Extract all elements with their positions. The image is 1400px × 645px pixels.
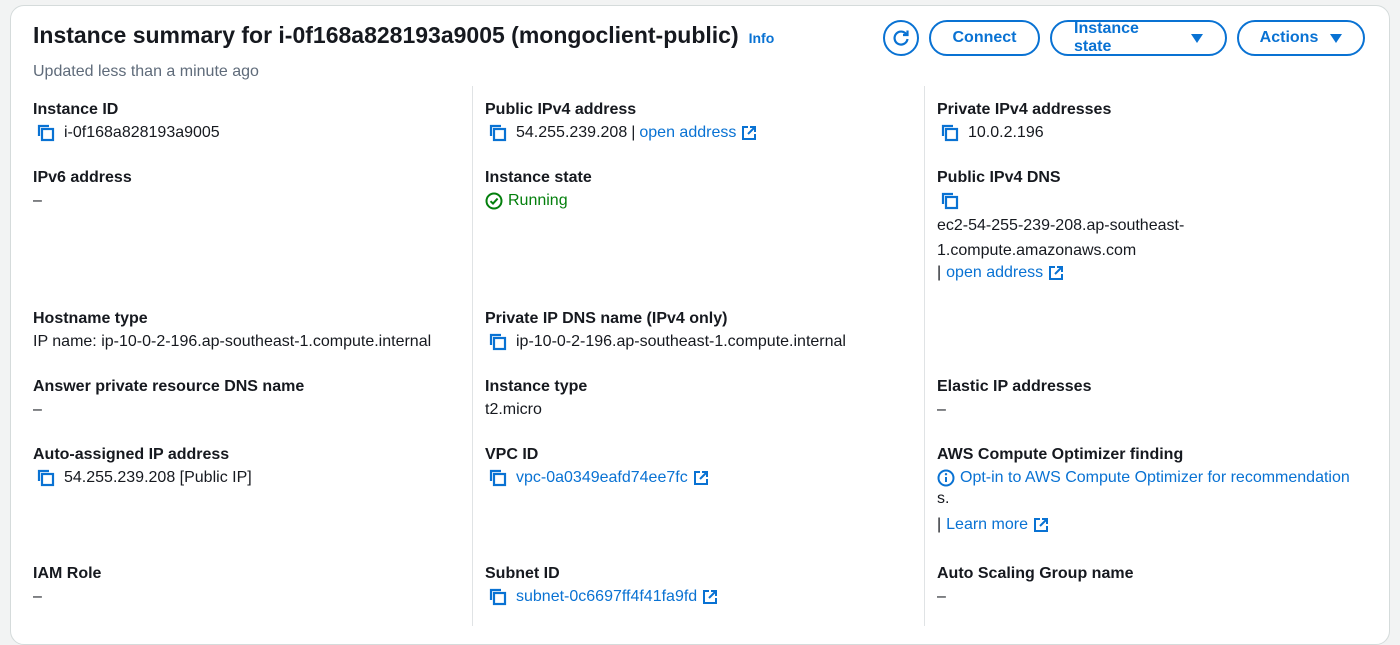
external-link-icon[interactable] (1048, 265, 1064, 281)
copy-icon[interactable] (488, 587, 508, 607)
field-ipv6: IPv6 address – (33, 168, 132, 211)
actions-dropdown[interactable]: Actions (1237, 20, 1365, 56)
external-link-icon[interactable] (702, 589, 718, 605)
iam-role-value: – (33, 588, 42, 605)
field-answer-dns: Answer private resource DNS name – (33, 377, 304, 420)
field-asg-name: Auto Scaling Group name – (937, 564, 1133, 607)
optimizer-opt-in-link-continued[interactable]: s. (937, 488, 1350, 510)
private-ipv4-value: 10.0.2.196 (968, 124, 1044, 141)
header: Instance summary for i-0f168a828193a9005… (33, 22, 774, 49)
field-label: AWS Compute Optimizer finding (937, 446, 1184, 463)
instance-id-value: i-0f168a828193a9005 (64, 124, 220, 141)
field-hostname-type: Hostname type IP name: ip-10-0-2-196.ap-… (33, 309, 431, 352)
field-iam-role: IAM Role – (33, 564, 101, 607)
field-private-ipv4: Private IPv4 addresses 10.0.2.196 (937, 100, 1111, 143)
instance-type-value: t2.micro (485, 401, 542, 418)
open-address-link[interactable]: open address (639, 123, 736, 143)
field-instance-type: Instance type t2.micro (485, 377, 587, 420)
open-address-link[interactable]: open address (946, 263, 1043, 283)
field-label: Public IPv4 address (485, 101, 637, 118)
field-label: IPv6 address (33, 169, 132, 186)
instance-summary-panel: Instance summary for i-0f168a828193a9005… (10, 5, 1390, 645)
actions-label: Actions (1259, 29, 1319, 46)
field-label: IAM Role (33, 565, 102, 582)
subnet-id-link[interactable]: subnet-0c6697ff4f41fa9fd (516, 587, 697, 607)
external-link-icon[interactable] (741, 125, 757, 141)
field-label: Answer private resource DNS name (33, 378, 305, 395)
header-actions: Connect Instance state Actions (883, 20, 1365, 56)
check-circle-icon (485, 192, 503, 210)
field-label: Elastic IP addresses (937, 378, 1092, 395)
refresh-button[interactable] (883, 20, 919, 56)
field-public-dns: Public IPv4 DNS ec2-54-255-239-208.ap-so… (937, 168, 1184, 283)
separator: | (937, 264, 942, 281)
field-label: Public IPv4 DNS (937, 169, 1061, 186)
elastic-ip-value: – (937, 401, 946, 418)
copy-icon[interactable] (36, 123, 56, 143)
separator: | (631, 124, 636, 141)
field-label: Hostname type (33, 310, 148, 327)
field-public-ipv4: Public IPv4 address 54.255.239.208 | ope… (485, 100, 757, 143)
instance-state-dropdown[interactable]: Instance state (1050, 20, 1227, 56)
instance-state-label: Instance state (1074, 20, 1139, 55)
field-label: VPC ID (485, 446, 539, 463)
public-dns-line-1: ec2-54-255-239-208.ap-southeast- (937, 217, 1185, 234)
field-label: Subnet ID (485, 565, 560, 582)
page-title: Instance summary for i-0f168a828193a9005… (33, 22, 739, 48)
field-label: Auto Scaling Group name (937, 565, 1134, 582)
copy-icon[interactable] (940, 123, 960, 143)
learn-more-link[interactable]: Learn more (946, 515, 1028, 535)
status-badge: Running (508, 192, 568, 209)
hostname-type-value: IP name: ip-10-0-2-196.ap-southeast-1.co… (33, 333, 432, 350)
field-label: Private IPv4 addresses (937, 101, 1112, 118)
field-auto-ip: Auto-assigned IP address 54.255.239.208 … (33, 445, 252, 488)
separator: | (937, 516, 942, 533)
field-vpc-id: VPC ID vpc-0a0349eafd74ee7fc (485, 445, 709, 488)
ipv6-value: – (33, 192, 42, 209)
field-label: Auto-assigned IP address (33, 446, 230, 463)
field-instance-id: Instance ID i-0f168a828193a9005 (33, 100, 220, 143)
public-ipv4-value: 54.255.239.208 (516, 124, 628, 141)
connect-label: Connect (952, 29, 1017, 46)
private-dns-value: ip-10-0-2-196.ap-southeast-1.compute.int… (516, 333, 846, 350)
column-divider (924, 86, 925, 626)
public-dns-line-2: 1.compute.amazonaws.com (937, 242, 1137, 259)
info-icon (937, 469, 955, 487)
field-label: Instance ID (33, 101, 119, 118)
asg-name-value: – (937, 588, 946, 605)
field-elastic-ip: Elastic IP addresses – (937, 377, 1091, 420)
answer-dns-value: – (33, 401, 42, 418)
vpc-id-link[interactable]: vpc-0a0349eafd74ee7fc (516, 468, 688, 488)
connect-button[interactable]: Connect (929, 20, 1040, 56)
caret-down-icon (1191, 33, 1203, 43)
external-link-icon[interactable] (1033, 517, 1049, 533)
optimizer-opt-in-link[interactable]: Opt-in to AWS Compute Optimizer for reco… (960, 468, 1350, 488)
copy-icon[interactable] (488, 332, 508, 352)
copy-icon[interactable] (488, 468, 508, 488)
copy-icon[interactable] (36, 468, 56, 488)
field-instance-state: Instance state Running (485, 168, 592, 211)
column-divider (472, 86, 473, 626)
field-label: Private IP DNS name (IPv4 only) (485, 310, 728, 327)
field-compute-optimizer: AWS Compute Optimizer finding Opt-in to … (937, 445, 1350, 535)
field-private-dns: Private IP DNS name (IPv4 only) ip-10-0-… (485, 309, 846, 352)
copy-icon[interactable] (488, 123, 508, 143)
field-label: Instance type (485, 378, 588, 395)
field-subnet-id: Subnet ID subnet-0c6697ff4f41fa9fd (485, 564, 718, 607)
refresh-icon (893, 30, 909, 46)
info-link[interactable]: Info (749, 30, 775, 46)
field-label: Instance state (485, 169, 592, 186)
last-updated-text: Updated less than a minute ago (33, 63, 259, 80)
auto-ip-value: 54.255.239.208 [Public IP] (64, 469, 252, 486)
external-link-icon[interactable] (693, 470, 709, 486)
copy-icon[interactable] (940, 191, 960, 211)
caret-down-icon (1330, 33, 1343, 43)
